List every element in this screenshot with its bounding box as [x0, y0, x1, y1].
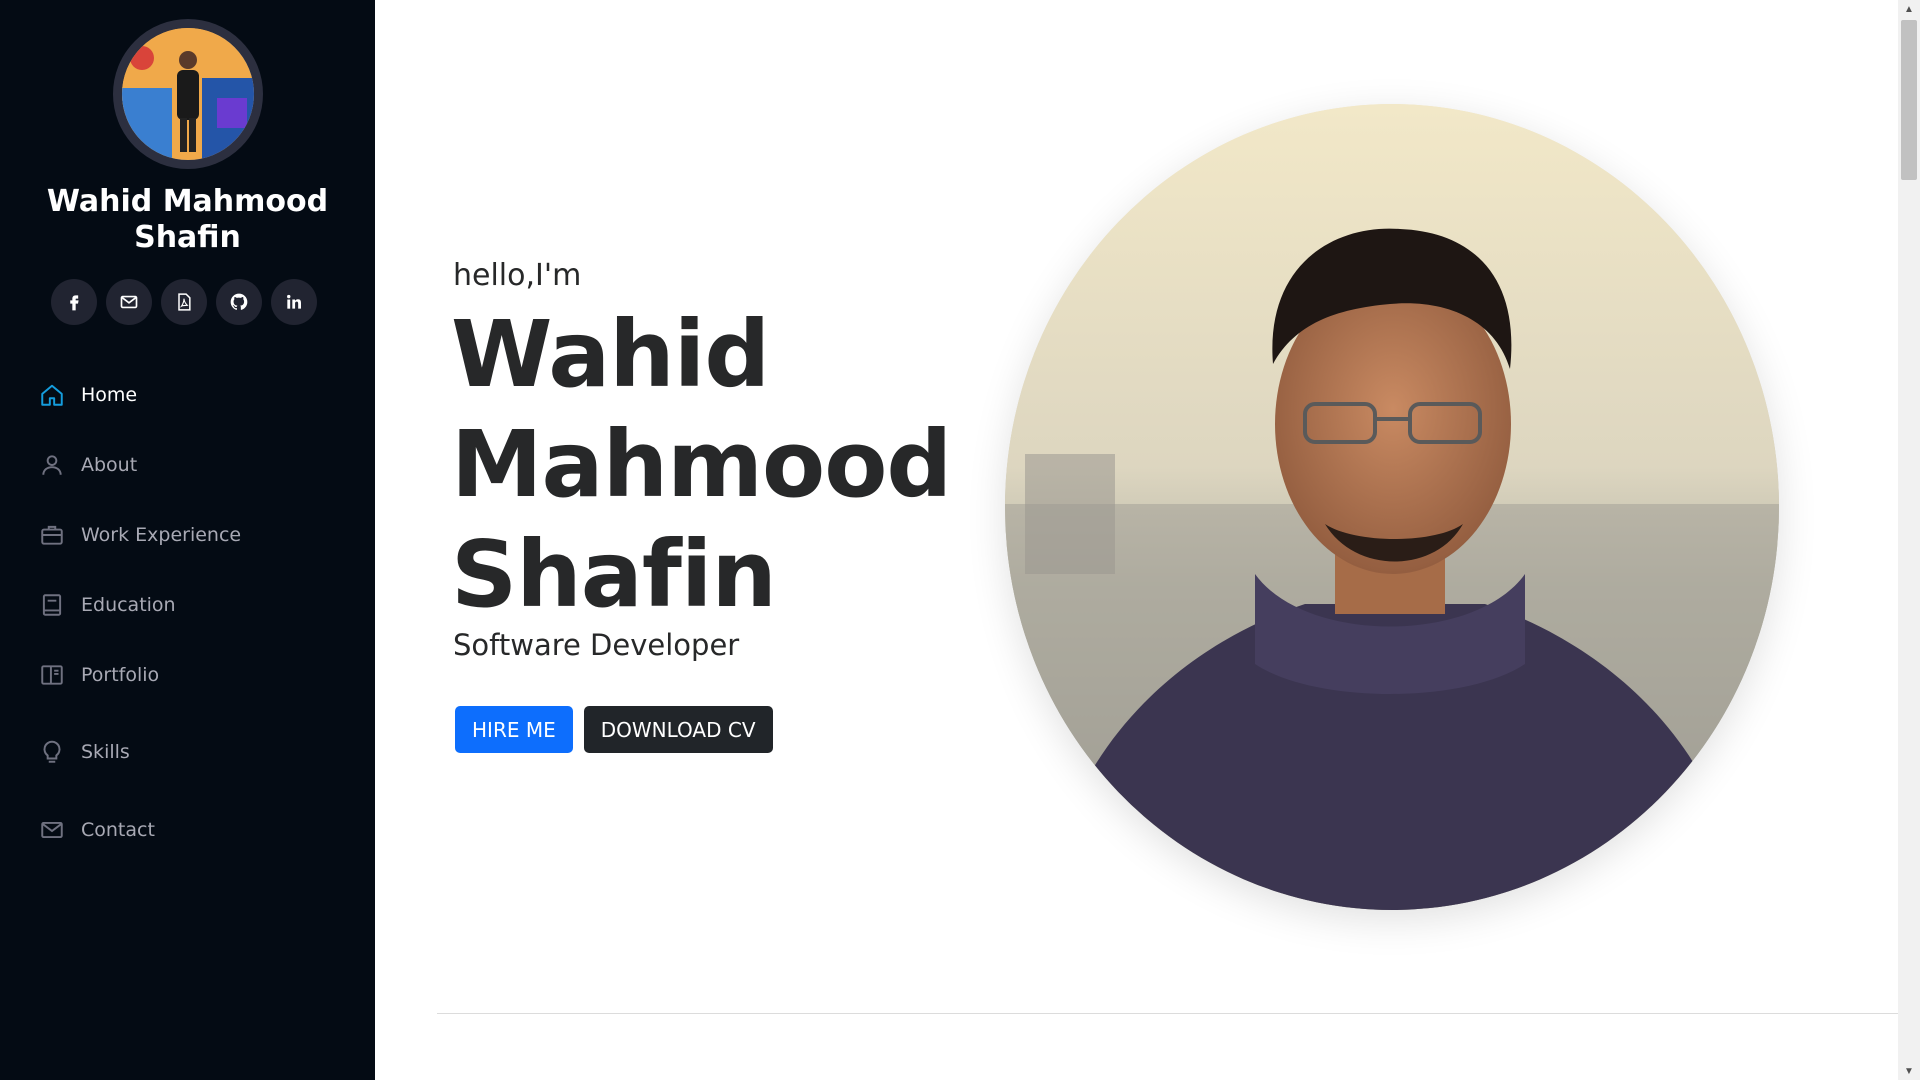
nav-label-home: Home — [81, 384, 138, 406]
hero-actions: HIRE ME DOWNLOAD CV — [455, 706, 773, 753]
avatar-image — [122, 28, 254, 160]
hero-greeting: hello,I'm — [453, 258, 582, 293]
linkedin-link[interactable] — [271, 279, 317, 325]
facebook-link[interactable] — [51, 279, 97, 325]
person-icon — [38, 451, 66, 479]
scroll-up-arrow-icon[interactable]: ▲ — [1898, 0, 1920, 18]
home-icon — [38, 381, 66, 409]
download-cv-button[interactable]: DOWNLOAD CV — [583, 706, 773, 753]
nav-item-skills[interactable]: Skills — [38, 732, 130, 772]
github-link[interactable] — [216, 279, 262, 325]
nav-label-education: Education — [81, 594, 176, 616]
nav-label-portfolio: Portfolio — [81, 664, 160, 686]
resume-pdf-link[interactable] — [161, 279, 207, 325]
nav-label-contact: Contact — [81, 819, 155, 841]
nav-item-home[interactable]: Home — [38, 375, 137, 415]
sidebar: Wahid Mahmood Shafin Home About Work Exp… — [0, 0, 375, 1080]
hero-name-line-3: Shafin — [451, 521, 777, 628]
book-icon — [38, 591, 66, 619]
github-icon — [230, 293, 248, 310]
hero-photo — [1005, 104, 1779, 910]
mail-link[interactable] — [106, 279, 152, 325]
nav-item-portfolio[interactable]: Portfolio — [38, 655, 159, 695]
hero-name-line-2: Mahmood — [451, 411, 952, 518]
portrait-image — [1005, 104, 1779, 910]
hero-role: Software Developer — [453, 628, 740, 662]
page-scrollbar[interactable]: ▲ ▼ — [1898, 0, 1920, 1080]
nav-item-about[interactable]: About — [38, 445, 137, 485]
briefcase-icon — [38, 521, 66, 549]
envelope-icon — [38, 816, 66, 844]
linkedin-icon — [287, 294, 301, 309]
nav-item-work-experience[interactable]: Work Experience — [38, 515, 241, 555]
pdf-icon — [178, 293, 191, 311]
nav-item-contact[interactable]: Contact — [38, 810, 155, 850]
mail-icon — [120, 295, 138, 309]
nav-label-about: About — [81, 454, 138, 476]
section-divider — [437, 1013, 1898, 1014]
portfolio-icon — [38, 661, 66, 689]
hero-section: hello,I'm Wahid Mahmood Shafin Software … — [375, 0, 1898, 1080]
lightbulb-icon — [38, 738, 66, 766]
scroll-down-arrow-icon[interactable]: ▼ — [1898, 1062, 1920, 1080]
hire-me-button[interactable]: HIRE ME — [455, 706, 573, 753]
nav-label-skills: Skills — [81, 741, 130, 763]
profile-name: Wahid Mahmood Shafin — [46, 184, 329, 255]
nav-label-work-experience: Work Experience — [81, 524, 242, 546]
social-links — [51, 279, 317, 325]
hero-name: Wahid Mahmood Shafin — [451, 300, 971, 630]
nav-item-education[interactable]: Education — [38, 585, 176, 625]
avatar — [113, 19, 263, 169]
facebook-icon — [70, 295, 79, 311]
scrollbar-thumb[interactable] — [1901, 20, 1917, 180]
hero-name-line-1: Wahid — [451, 301, 770, 408]
